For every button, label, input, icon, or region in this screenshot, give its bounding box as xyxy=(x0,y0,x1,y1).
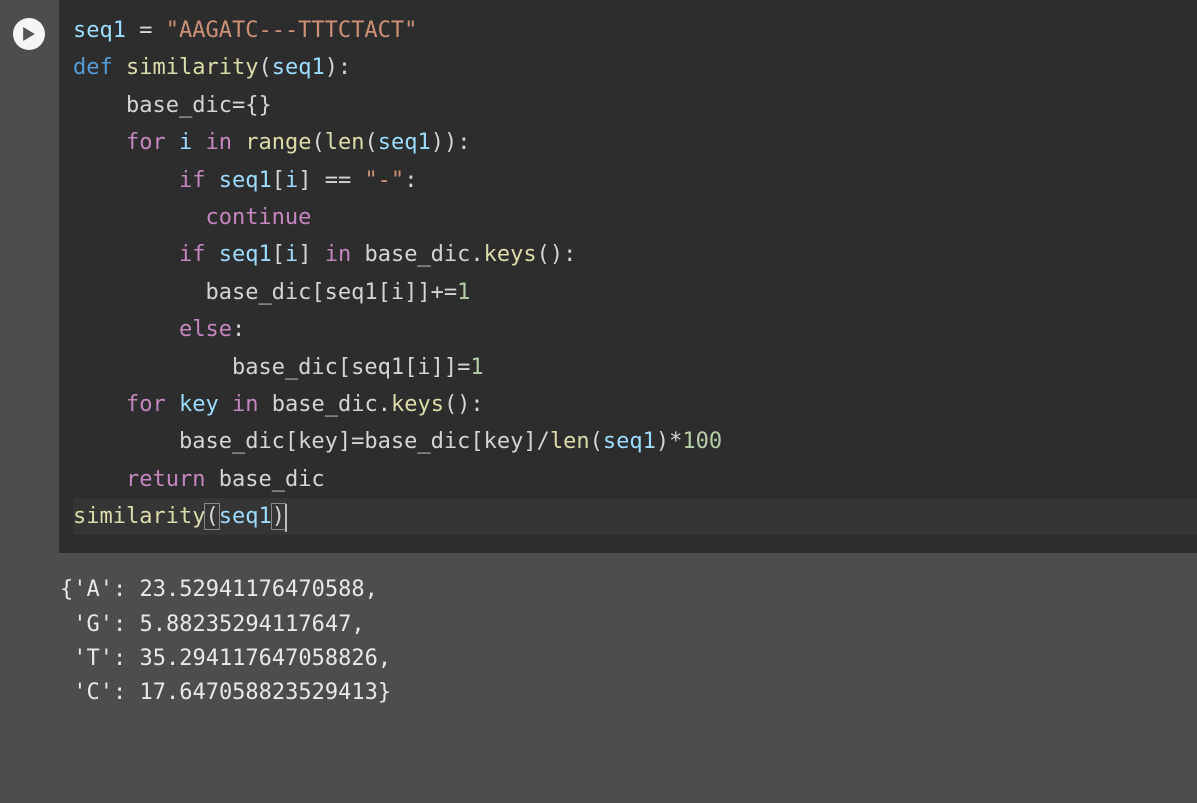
code-line: if seq1[i] == "-": xyxy=(73,162,1197,199)
code-line-current: similarity(seq1) xyxy=(73,498,1197,535)
code-line: for i in range(len(seq1)): xyxy=(73,124,1197,161)
code-line: else: xyxy=(73,311,1197,348)
text-cursor xyxy=(285,504,287,533)
code-line: base_dic[seq1[i]]+=1 xyxy=(73,274,1197,311)
code-line: seq1 = "AAGATC---TTTCTACT" xyxy=(73,12,1197,49)
run-cell-button[interactable] xyxy=(13,18,45,50)
output-line: {'A': 23.52941176470588, xyxy=(60,573,1197,607)
output-line: 'C': 17.647058823529413} xyxy=(60,676,1197,710)
output-line: 'G': 5.88235294117647, xyxy=(60,608,1197,642)
code-line: for key in base_dic.keys(): xyxy=(73,386,1197,423)
code-line: continue xyxy=(73,199,1197,236)
cell-output: {'A': 23.52941176470588, 'G': 5.88235294… xyxy=(0,553,1197,729)
play-icon xyxy=(22,27,36,41)
code-cell: seq1 = "AAGATC---TTTCTACT" def similarit… xyxy=(0,0,1197,553)
cell-gutter xyxy=(0,0,57,553)
code-line: if seq1[i] in base_dic.keys(): xyxy=(73,236,1197,273)
output-line: 'T': 35.294117647058826, xyxy=(60,642,1197,676)
code-line: base_dic={} xyxy=(73,87,1197,124)
code-editor[interactable]: seq1 = "AAGATC---TTTCTACT" def similarit… xyxy=(57,0,1197,553)
code-line: base_dic[key]=base_dic[key]/len(seq1)*10… xyxy=(73,423,1197,460)
code-line: return base_dic xyxy=(73,461,1197,498)
code-line: def similarity(seq1): xyxy=(73,49,1197,86)
code-line: base_dic[seq1[i]]=1 xyxy=(73,349,1197,386)
